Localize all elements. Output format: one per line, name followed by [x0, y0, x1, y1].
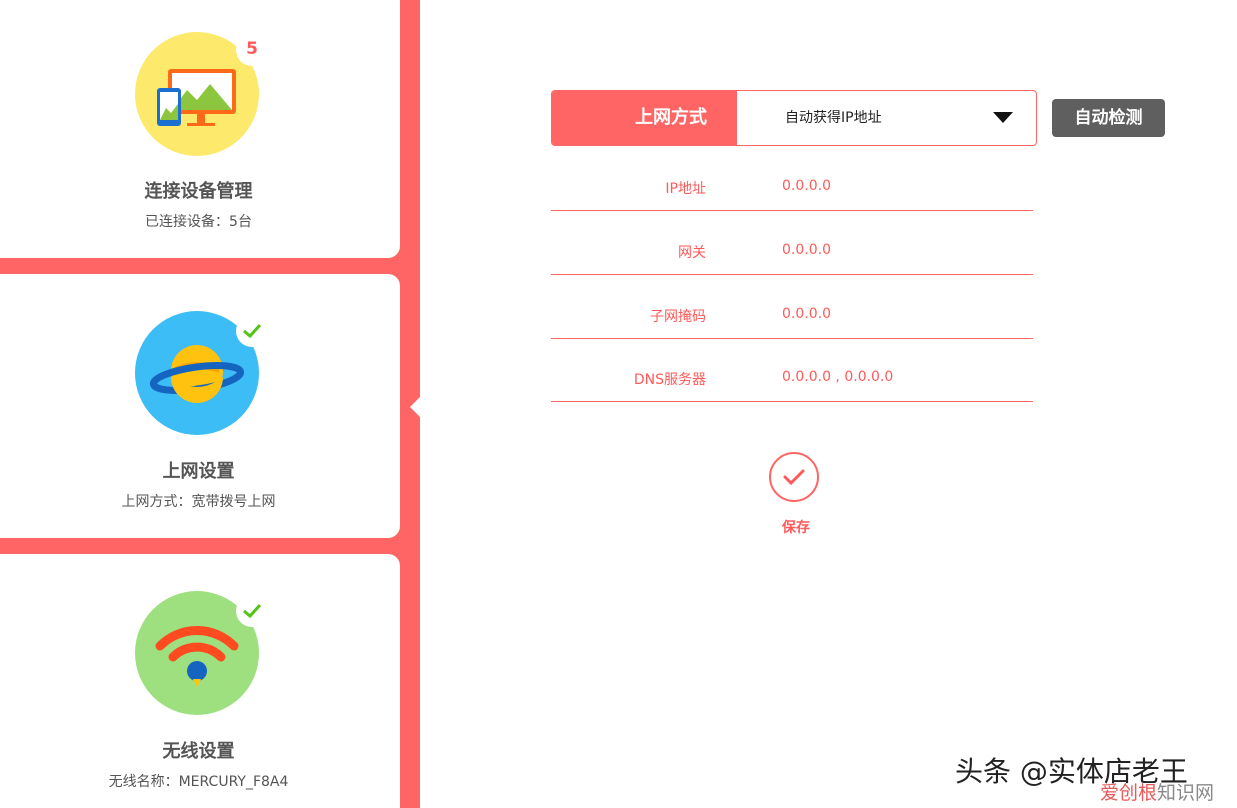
check-icon: [236, 595, 268, 627]
watermark-site: 爱创根知识网: [1100, 778, 1214, 805]
card-internet-settings[interactable]: 上网设置 上网方式：宽带拨号上网: [0, 274, 400, 538]
save-button[interactable]: [769, 452, 819, 502]
card-subtitle: 无线名称：MERCURY_F8A4: [108, 774, 289, 790]
auto-detect-button[interactable]: 自动检测: [1052, 99, 1165, 137]
card-device-management[interactable]: 5 连接设备管理 已连接设备：5台: [0, 0, 400, 258]
dropdown-arrow-icon[interactable]: [993, 112, 1013, 123]
field-label: DNS服务器: [633, 372, 706, 388]
connection-mode-value[interactable]: 自动获得IP地址: [785, 91, 882, 145]
field-value: 0.0.0.0: [782, 306, 831, 322]
card-subtitle: 已连接设备：5台: [145, 214, 252, 230]
content-edge: [420, 0, 432, 808]
check-icon: [783, 469, 805, 486]
device-count-badge: 5: [236, 34, 268, 66]
field-value: 0.0.0.0 , 0.0.0.0: [782, 369, 894, 385]
field-label: 子网掩码: [650, 309, 706, 325]
field-label: IP地址: [665, 181, 706, 197]
card-title: 连接设备管理: [144, 181, 253, 202]
watermark-site-text: 知识网: [1157, 782, 1215, 804]
card-wireless-settings[interactable]: 无线设置 无线名称：MERCURY_F8A4: [0, 554, 400, 808]
card-title: 无线设置: [162, 741, 235, 762]
connection-mode-select[interactable]: 上网方式 自动获得IP地址: [551, 90, 1037, 146]
card-subtitle: 上网方式：宽带拨号上网: [121, 494, 276, 510]
watermark-site-red: 爱创根: [1100, 782, 1158, 804]
field-ip-address: IP地址 0.0.0.0: [551, 170, 1033, 211]
active-card-pointer: [410, 396, 421, 418]
save-label[interactable]: 保存: [770, 517, 822, 537]
field-value: 0.0.0.0: [782, 242, 831, 258]
field-subnet-mask: 子网掩码 0.0.0.0: [551, 298, 1033, 339]
field-dns-server: DNS服务器 0.0.0.0 , 0.0.0.0: [551, 361, 1033, 402]
field-value: 0.0.0.0: [782, 178, 831, 194]
field-label: 网关: [678, 245, 706, 261]
card-title: 上网设置: [162, 461, 235, 482]
field-gateway: 网关 0.0.0.0: [551, 234, 1033, 275]
check-icon: [236, 315, 268, 347]
connection-mode-label: 上网方式: [552, 91, 737, 145]
